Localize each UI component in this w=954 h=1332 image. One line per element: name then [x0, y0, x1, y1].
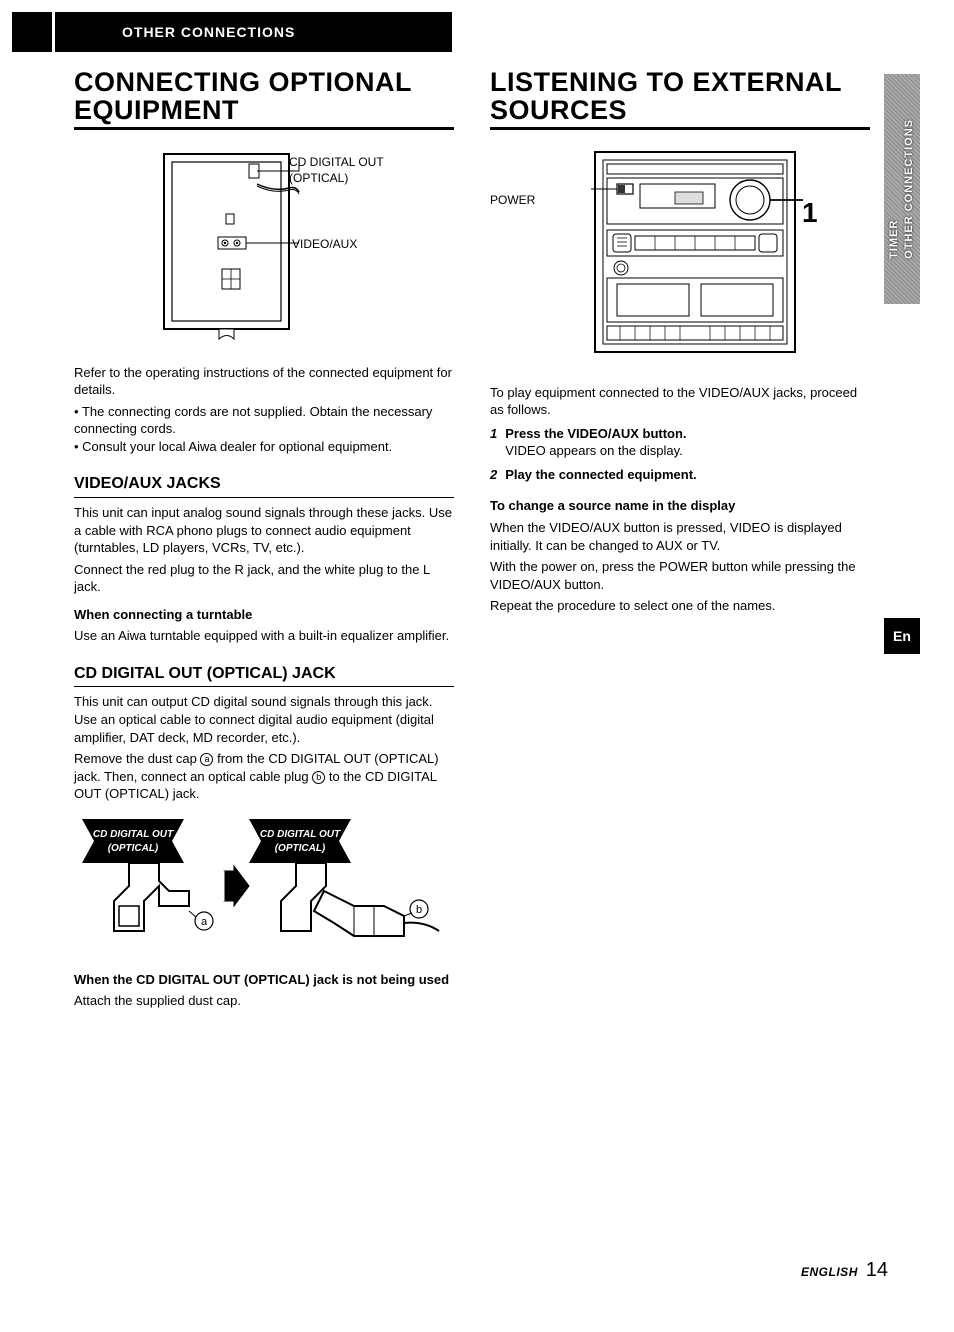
label-step-1: 1	[802, 194, 818, 232]
figure-front-panel: POWER 1	[490, 144, 870, 374]
language-badge-text: En	[893, 627, 911, 646]
figure-rear-panel: CD DIGITAL OUT (OPTICAL) VIDEO/AUX	[74, 144, 454, 354]
change-source-p1: When the VIDEO/AUX button is pressed, VI…	[490, 519, 870, 554]
side-tab: TIMER OTHER CONNECTIONS	[884, 74, 920, 304]
footer-page: 14	[866, 1259, 888, 1281]
section-banner: OTHER CONNECTIONS	[12, 12, 452, 52]
cd-out-p2: Remove the dust cap a from the CD DIGITA…	[74, 750, 454, 803]
change-source-p2: With the power on, press the POWER butto…	[490, 558, 870, 593]
circled-b-inline: b	[312, 771, 325, 784]
label-cd-digital-out: CD DIGITAL OUT (OPTICAL)	[289, 154, 384, 186]
step-1: 1 Press the VIDEO/AUX button. VIDEO appe…	[490, 425, 870, 460]
footer-lang: ENGLISH	[801, 1265, 858, 1279]
bullet-1: The connecting cords are not supplied. O…	[74, 403, 454, 438]
left-column: CONNECTING OPTIONAL EQUIPMENT	[74, 68, 454, 1014]
label-power: POWER	[490, 192, 535, 208]
optical-svg: CD DIGITAL OUT (OPTICAL) a CD DIGITAL OU…	[74, 811, 454, 961]
left-title: CONNECTING OPTIONAL EQUIPMENT	[74, 68, 454, 130]
svg-text:CD DIGITAL OUT: CD DIGITAL OUT	[260, 829, 341, 840]
svg-text:b: b	[416, 904, 422, 916]
change-source-heading: To change a source name in the display	[490, 497, 870, 515]
step-2-text: Play the connected equipment.	[505, 467, 696, 482]
step-1-text: Press the VIDEO/AUX button.	[505, 426, 686, 441]
banner-text: OTHER CONNECTIONS	[122, 23, 295, 42]
left-intro: Refer to the operating instructions of t…	[74, 364, 454, 399]
language-badge: En	[884, 618, 920, 654]
svg-text:a: a	[201, 916, 208, 928]
turntable-p: Use an Aiwa turntable equipped with a bu…	[74, 627, 454, 645]
cd-out-not-used-p: Attach the supplied dust cap.	[74, 992, 454, 1010]
page-footer: ENGLISH 14	[801, 1257, 888, 1284]
heading-video-aux-jacks: VIDEO/AUX JACKS	[74, 473, 454, 498]
step-2: 2 Play the connected equipment.	[490, 466, 870, 484]
figure-optical-cable: CD DIGITAL OUT (OPTICAL) a CD DIGITAL OU…	[74, 811, 454, 961]
step-2-num: 2	[490, 466, 497, 484]
svg-text:(OPTICAL): (OPTICAL)	[275, 843, 326, 854]
turntable-heading: When connecting a turntable	[74, 606, 454, 624]
cd-out-p1: This unit can output CD digital sound si…	[74, 693, 454, 746]
svg-text:(OPTICAL): (OPTICAL)	[108, 843, 159, 854]
bullet-2: Consult your local Aiwa dealer for optio…	[74, 438, 454, 456]
video-aux-p1: This unit can input analog sound signals…	[74, 504, 454, 557]
left-bullets: The connecting cords are not supplied. O…	[74, 403, 454, 456]
heading-cd-digital-out: CD DIGITAL OUT (OPTICAL) JACK	[74, 663, 454, 688]
cd-out-not-used-heading: When the CD DIGITAL OUT (OPTICAL) jack i…	[74, 971, 454, 989]
front-panel-svg	[525, 144, 835, 364]
right-title: LISTENING TO EXTERNAL SOURCES	[490, 68, 870, 130]
step-1-sub: VIDEO appears on the display.	[505, 443, 683, 458]
circled-a-inline: a	[200, 753, 213, 766]
label-video-aux: VIDEO/AUX	[292, 236, 357, 252]
video-aux-p2: Connect the red plug to the R jack, and …	[74, 561, 454, 596]
svg-text:CD DIGITAL OUT: CD DIGITAL OUT	[93, 829, 174, 840]
step-1-num: 1	[490, 425, 497, 460]
right-column: LISTENING TO EXTERNAL SOURCES	[490, 68, 870, 619]
right-intro: To play equipment connected to the VIDEO…	[490, 384, 870, 419]
change-source-p3: Repeat the procedure to select one of th…	[490, 597, 870, 615]
side-tab-text: TIMER OTHER CONNECTIONS	[887, 119, 917, 259]
